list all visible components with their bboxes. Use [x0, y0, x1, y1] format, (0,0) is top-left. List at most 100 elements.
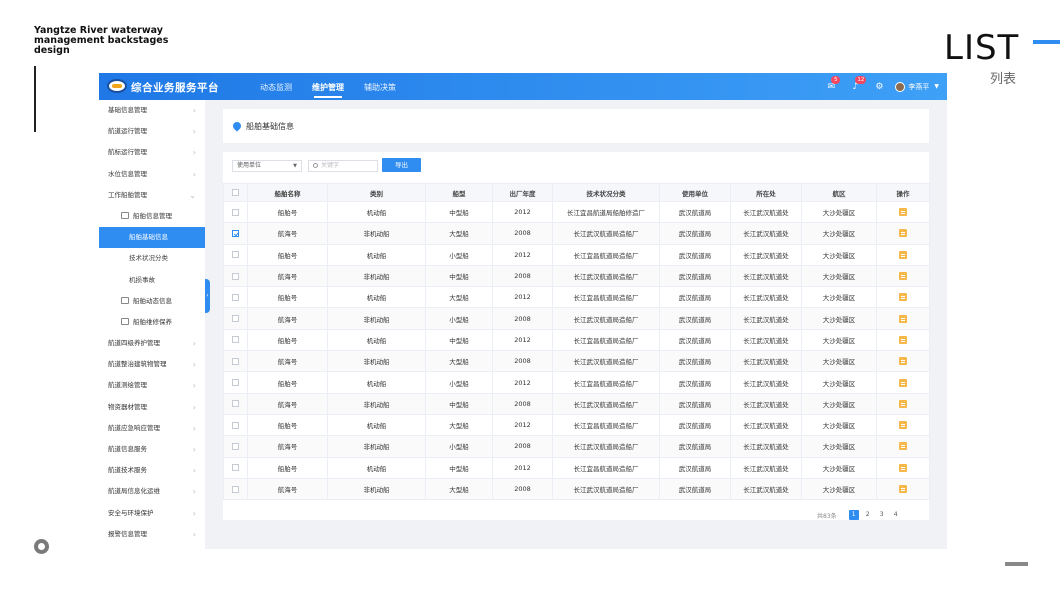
table-row[interactable]: 船舶号 机动船 小型船 2012 长江宜昌航道局造船厂 武汉航道局 长江武汉航道处 大沙处疆区: [223, 243, 930, 266]
column-header[interactable]: 船舶名称: [247, 183, 328, 202]
export-button[interactable]: 导出: [382, 158, 421, 172]
table-row[interactable]: 航海号 非机动船 小型船 2008 长江武汉航道局造船厂 武汉航道局 长江武汉航道处 大沙处疆…: [223, 435, 930, 458]
column-header[interactable]: 所在处: [730, 183, 802, 202]
row-select-cell[interactable]: [223, 392, 248, 415]
row-checkbox[interactable]: [232, 251, 239, 259]
edit-icon[interactable]: [899, 357, 907, 366]
table-row[interactable]: 航海号 非机动船 大型船 2008 长江武汉航道局造船厂 武汉航道局 长江武汉航道处 大沙处疆…: [223, 477, 930, 501]
table-row[interactable]: 船舶号 机动船 大型船 2012 长江宜昌航道局造船厂 武汉航道局 长江武汉航道处 大沙处疆区: [223, 286, 930, 309]
sidebar-subitem[interactable]: 机损事故: [99, 270, 205, 291]
logo-icon[interactable]: [107, 79, 127, 93]
message-icon[interactable]: ✉ 5: [825, 75, 841, 93]
row-checkbox[interactable]: [232, 421, 239, 429]
page-button[interactable]: 1: [848, 510, 859, 520]
gear-icon[interactable]: ⚙: [873, 81, 885, 93]
column-header[interactable]: 操作: [876, 183, 930, 202]
table-row[interactable]: 船舶号 机动船 中型船 2012 长江宜昌航道局造船厂 武汉航道局 长江武汉航道处 大沙处疆区: [223, 456, 930, 479]
column-header[interactable]: 船型: [425, 183, 493, 202]
sidebar-item[interactable]: 基础信息管理 ›: [99, 100, 205, 121]
column-header[interactable]: 使用单位: [659, 183, 731, 202]
row-select-cell[interactable]: [223, 286, 248, 309]
select-all-checkbox[interactable]: [232, 189, 239, 196]
row-checkbox[interactable]: [232, 208, 239, 216]
row-select-cell[interactable]: [223, 307, 248, 330]
chevron-down-icon[interactable]: ▼: [934, 83, 939, 90]
edit-icon[interactable]: [899, 314, 907, 323]
edit-icon[interactable]: [899, 229, 907, 238]
row-select-cell[interactable]: [223, 456, 248, 479]
row-checkbox[interactable]: [232, 315, 239, 323]
edit-icon[interactable]: [899, 442, 907, 451]
table-row[interactable]: 航海号 非机动船 大型船 2008 长江武汉航道局造船厂 武汉航道局 长江武汉航道处 大沙处疆…: [223, 222, 930, 245]
row-checkbox[interactable]: [232, 442, 239, 450]
sidebar-item[interactable]: 航道四级养护管理 ›: [99, 333, 205, 354]
edit-icon[interactable]: [899, 399, 907, 408]
sidebar-item[interactable]: 航标运行管理 ›: [99, 142, 205, 163]
table-row[interactable]: 船舶号 机动船 中型船 2012 长江宜昌航道局造船厂 武汉航道局 长江武汉航道处 大沙处疆区: [223, 328, 930, 352]
column-header[interactable]: 航区: [801, 183, 877, 202]
sidebar-group[interactable]: 船舶动态信息: [99, 291, 205, 312]
row-select-cell[interactable]: [223, 371, 248, 394]
column-header[interactable]: 技术状况分类: [552, 183, 660, 202]
table-row[interactable]: 航海号 非机动船 小型船 2008 长江武汉航道局造船厂 武汉航道局 长江武汉航道处 大沙处疆…: [223, 307, 930, 330]
avatar[interactable]: [895, 81, 906, 92]
sidebar-item[interactable]: 工作船舶管理 ⌄: [99, 185, 205, 206]
unit-filter-select[interactable]: 使用单位 ▼: [232, 160, 302, 172]
sidebar-item[interactable]: 航道技术服务 ›: [99, 460, 205, 481]
column-header[interactable]: 出厂年度: [492, 183, 553, 202]
table-row[interactable]: 船舶号 机动船 大型船 2012 长江宜昌航道局造船厂 武汉航道局 长江武汉航道处 大沙处疆区: [223, 413, 930, 437]
edit-icon[interactable]: [899, 335, 907, 344]
top-nav-item[interactable]: 辅助决策: [364, 73, 396, 100]
sidebar-item[interactable]: 物资器材管理 ›: [99, 397, 205, 418]
top-nav-item[interactable]: 动态监测: [260, 73, 292, 100]
page-button[interactable]: 4: [891, 510, 901, 520]
edit-icon[interactable]: [899, 421, 907, 430]
row-checkbox[interactable]: [232, 336, 239, 344]
search-input[interactable]: 关键字: [308, 160, 378, 172]
user-name[interactable]: 李燕平: [908, 82, 929, 92]
page-button[interactable]: 2: [863, 510, 873, 520]
table-row[interactable]: 航海号 非机动船 中型船 2008 长江武汉航道局造船厂 武汉航道局 长江武汉航道处 大沙处疆…: [223, 264, 930, 288]
table-row[interactable]: 船舶号 机动船 中型船 2012 长江宜昌航道局船舶修造厂 武汉航道局 长江武汉航道处 大沙处…: [223, 200, 930, 224]
sidebar-subitem[interactable]: 技术状况分类: [99, 248, 205, 269]
sidebar-group[interactable]: 船舶信息管理: [99, 206, 205, 227]
row-checkbox[interactable]: [232, 464, 239, 472]
sidebar-item[interactable]: 水位信息管理 ›: [99, 164, 205, 185]
sidebar-item[interactable]: 航道整治建筑物管理 ›: [99, 354, 205, 375]
edit-icon[interactable]: [899, 485, 907, 493]
row-checkbox[interactable]: [232, 357, 239, 365]
row-checkbox[interactable]: [232, 272, 239, 280]
row-checkbox[interactable]: [232, 293, 239, 301]
row-select-cell[interactable]: [223, 264, 248, 288]
table-row[interactable]: 航海号 非机动船 中型船 2008 长江武汉航道局造船厂 武汉航道局 长江武汉航道处 大沙处疆…: [223, 392, 930, 415]
row-select-cell[interactable]: [223, 328, 248, 352]
select-all-cell[interactable]: [223, 183, 248, 202]
table-row[interactable]: 船舶号 机动船 小型船 2012 长江宜昌航道局造船厂 武汉航道局 长江武汉航道处 大沙处疆区: [223, 371, 930, 394]
column-header[interactable]: 类别: [327, 183, 426, 202]
sidebar-item[interactable]: 航道应急响应管理 ›: [99, 418, 205, 439]
top-nav-item[interactable]: 维护管理: [312, 73, 344, 100]
row-select-cell[interactable]: [223, 243, 248, 266]
row-select-cell[interactable]: [223, 477, 248, 501]
row-checkbox[interactable]: [232, 485, 239, 493]
edit-icon[interactable]: [899, 208, 907, 217]
row-checkbox[interactable]: [232, 379, 239, 387]
sidebar-item[interactable]: 报警信息管理 ›: [99, 524, 205, 545]
row-checkbox[interactable]: [232, 229, 239, 237]
bell-icon[interactable]: ♪ 12: [849, 75, 867, 93]
sidebar-subitem[interactable]: 船舶基础信息: [99, 227, 205, 249]
row-select-cell[interactable]: [223, 413, 248, 437]
row-select-cell[interactable]: [223, 200, 248, 224]
sidebar-group[interactable]: 船舶维修保养: [99, 312, 205, 333]
sidebar-item[interactable]: 航道信息服务 ›: [99, 439, 205, 460]
sidebar-item[interactable]: 航道测绘管理 ›: [99, 375, 205, 396]
sidebar-item[interactable]: 安全与环境保护 ›: [99, 503, 205, 524]
edit-icon[interactable]: [899, 463, 907, 472]
row-select-cell[interactable]: [223, 435, 248, 458]
row-select-cell[interactable]: [223, 350, 248, 373]
sidebar-item[interactable]: 航道运行管理 ›: [99, 121, 205, 142]
edit-icon[interactable]: [899, 378, 907, 387]
edit-icon[interactable]: [899, 272, 907, 281]
edit-icon[interactable]: [899, 293, 907, 302]
page-button[interactable]: 3: [877, 510, 887, 520]
